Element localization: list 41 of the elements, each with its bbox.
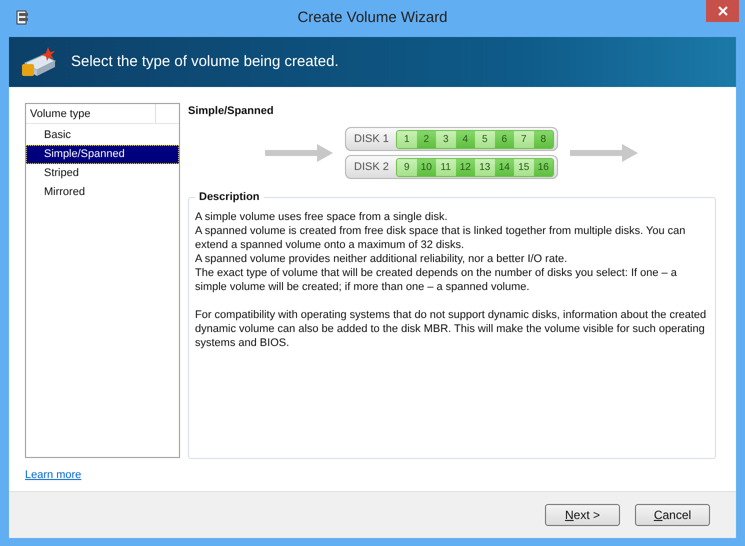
description-text: For compatibility with operating systems that do not support dynamic disks, information about the created dynamic volume can also be added to the disk MBR. This will make the volume visible for such operating systems and BIOS. — [195, 308, 708, 350]
disk-segment: 9 — [397, 158, 416, 176]
disk-segment: 15 — [514, 158, 534, 176]
arrow-icon — [570, 144, 638, 162]
disk-label: DISK 1 — [354, 132, 390, 147]
description-text: A spanned volume is created from free disk space that is linked together from multiple disks. You can extend a spanned volume onto a maximum of 32 disks. — [195, 224, 686, 252]
description-text: A simple volume uses free space from a single disk. — [195, 210, 449, 224]
header-title: Select the type of volume being created. — [71, 52, 339, 72]
disk-segment: 6 — [494, 130, 514, 148]
disk-label: DISK 2 — [354, 160, 390, 175]
column-header: Volume type — [26, 104, 156, 123]
close-button[interactable] — [706, 0, 739, 22]
disk-segment: 16 — [534, 158, 553, 176]
disk-segment: 2 — [416, 130, 436, 148]
panel-title: Description — [195, 190, 264, 204]
disk-segment: 10 — [416, 158, 436, 176]
disk-segment: 14 — [494, 158, 514, 176]
disk-segment: 11 — [436, 158, 456, 176]
disk-segment: 5 — [475, 130, 494, 148]
disk-segment: 8 — [534, 130, 553, 148]
list-item[interactable]: Striped — [26, 164, 179, 183]
disk-segment: 7 — [514, 130, 534, 148]
close-icon — [718, 6, 728, 16]
wizard-button[interactable]: Cancel — [635, 504, 710, 526]
wizard-button[interactable]: Next > — [545, 504, 620, 526]
disk-segment: 4 — [456, 130, 475, 148]
disk-segment: 13 — [475, 158, 494, 176]
description-text: A spanned volume provides neither additional reliability, nor a better I/O rate. — [195, 252, 568, 266]
disk-segment: 1 — [397, 130, 416, 148]
learn-more-link[interactable]: Learn more — [25, 466, 82, 484]
app-icon — [16, 10, 30, 25]
list-item[interactable]: Simple/Spanned — [26, 145, 179, 164]
list-item[interactable]: Mirrored — [26, 183, 179, 202]
volume-wizard-icon — [21, 45, 57, 79]
window-title: Create Volume Wizard — [297, 8, 448, 28]
description-text: The exact type of volume that will be created depends on the number of disks you select: If one – a simple volume will be created; if more than one – a spanned volume. — [195, 266, 678, 294]
arrow-icon — [265, 144, 333, 162]
section-title: Simple/Spanned — [188, 104, 275, 119]
disk-segment: 3 — [436, 130, 456, 148]
disk-segment: 12 — [456, 158, 475, 176]
list-item[interactable]: Basic — [26, 126, 179, 145]
